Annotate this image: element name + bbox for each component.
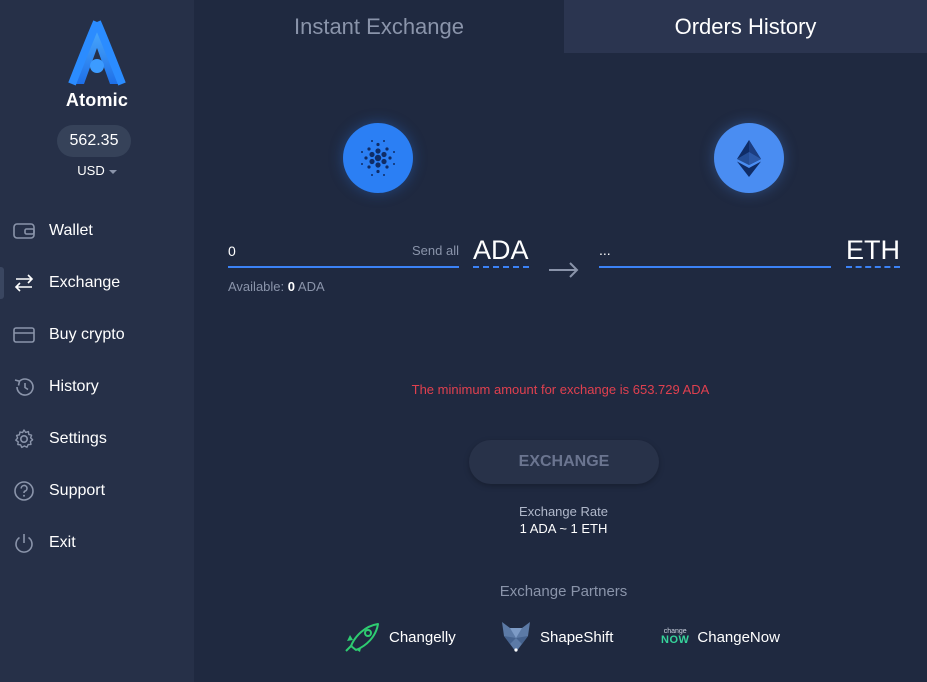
available-balance: Available: 0 ADA [228,279,325,294]
power-icon [12,531,36,555]
sidebar-item-label: Support [49,482,106,499]
partner-changenow[interactable]: change NOW ChangeNow [661,620,780,654]
available-label: Available: [228,279,285,294]
send-all-button[interactable]: Send all [412,243,459,258]
sidebar: Atomic 562.35 USD Wallet Exchange Buy cr… [0,0,194,682]
exchange-rate-label: Exchange Rate [519,504,608,519]
sidebar-item-wallet[interactable]: Wallet [0,205,194,257]
exchange-rate-value: 1 ADA ~ 1 ETH [519,521,608,536]
changenow-logo: change NOW [661,628,689,646]
tab-orders-history[interactable]: Orders History [564,0,927,53]
sidebar-item-label: Buy crypto [49,326,125,343]
sidebar-item-buy-crypto[interactable]: Buy crypto [0,309,194,361]
from-amount-value: 0 [228,243,236,259]
partner-name: Changelly [389,628,456,646]
tab-instant-exchange[interactable]: Instant Exchange [194,0,564,53]
history-clock-icon [12,375,36,399]
sidebar-item-history[interactable]: History [0,361,194,413]
from-amount-input[interactable]: 0 Send all [228,238,459,268]
sidebar-item-exit[interactable]: Exit [0,517,194,569]
ethereum-icon [714,123,784,193]
sidebar-item-label: Wallet [49,222,93,239]
exchange-button[interactable]: EXCHANGE [469,440,659,484]
sidebar-item-label: Exchange [49,274,121,291]
arrow-right-icon [549,262,579,278]
from-coin-selector[interactable]: ADA [473,235,529,268]
partner-name: ChangeNow [697,628,780,646]
cardano-icon [343,123,413,193]
currency-label: USD [77,163,105,178]
to-amount-input[interactable]: ... [599,238,831,268]
changelly-rocket-icon [345,622,381,652]
shapeshift-fox-icon [500,620,532,654]
atomic-logo-icon [68,20,126,86]
sidebar-item-settings[interactable]: Settings [0,413,194,465]
wallet-icon [12,219,36,243]
to-coin-selector[interactable]: ETH [846,235,900,268]
sidebar-item-label: Exit [49,534,76,551]
question-icon [12,479,36,503]
gear-icon [12,427,36,451]
exchange-arrows-icon [12,271,36,295]
partner-changelly[interactable]: Changelly [345,620,456,654]
exchange-partners-title: Exchange Partners [499,583,628,600]
sidebar-item-label: History [49,378,99,395]
available-code: ADA [297,279,325,294]
available-amount: 0 [287,279,295,294]
minimum-amount-warning: The minimum amount for exchange is 653.7… [411,382,710,397]
app-name: Atomic [65,90,129,110]
currency-selector[interactable]: USD [0,163,194,178]
balance-amount: 562.35 [57,125,131,157]
partner-shapeshift[interactable]: ShapeShift [500,620,613,654]
app-logo: Atomic [0,18,194,111]
partner-name: ShapeShift [540,628,614,646]
changenow-logo-big: NOW [661,634,690,646]
caret-down-icon [108,169,117,174]
sidebar-item-label: Settings [49,430,107,447]
to-amount-value: ... [599,242,611,258]
sidebar-item-exchange[interactable]: Exchange [0,257,194,309]
sidebar-item-support[interactable]: Support [0,465,194,517]
credit-card-icon [12,323,36,347]
